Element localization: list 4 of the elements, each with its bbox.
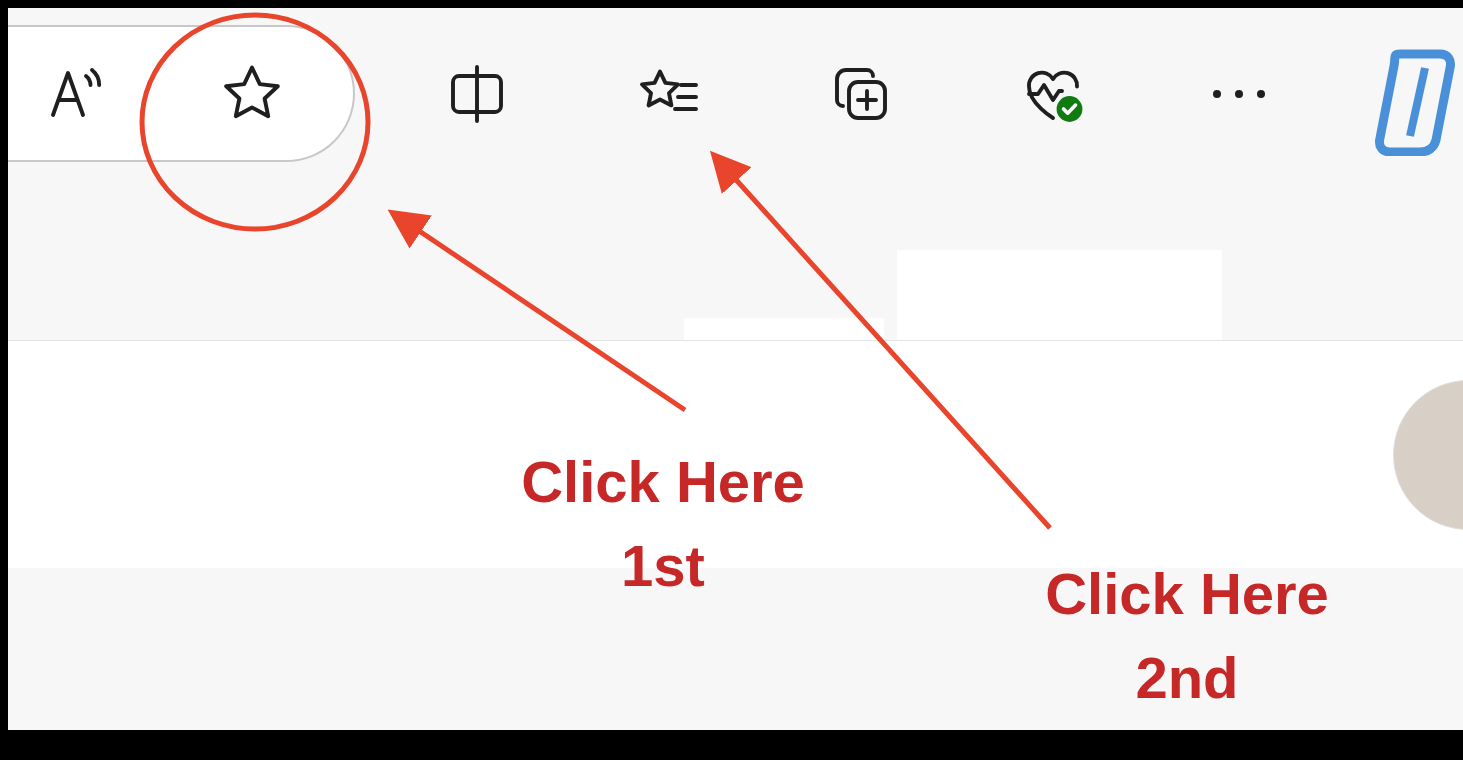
- annotation-text: Click Here: [521, 448, 805, 516]
- annotation-text: 2nd: [1135, 644, 1239, 712]
- annotation-text: Click Here: [1045, 560, 1329, 628]
- annotation-text: 1st: [621, 532, 705, 600]
